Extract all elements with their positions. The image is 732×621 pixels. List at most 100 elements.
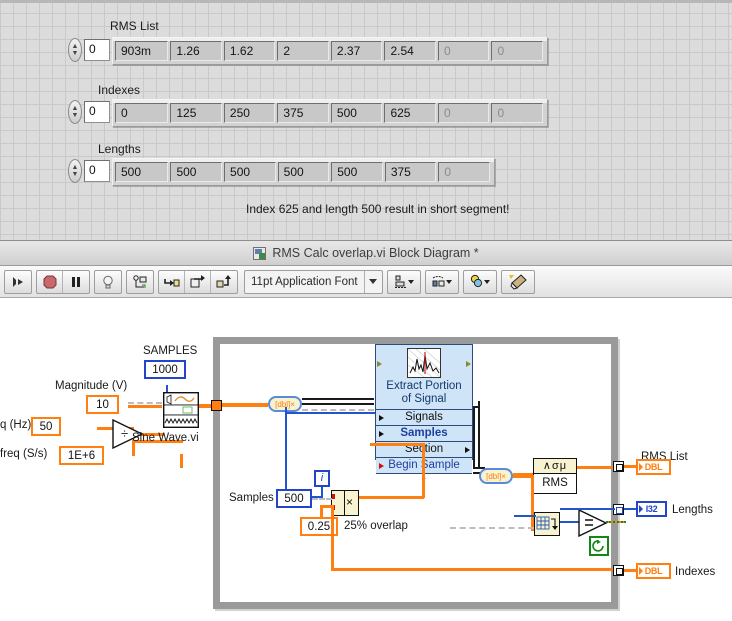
lengths-cell-3[interactable]: 500 (277, 162, 330, 182)
lengths-indicator[interactable]: I32 (636, 501, 667, 517)
step-into-button[interactable] (159, 270, 185, 293)
lengths-cell-1[interactable]: 500 (170, 162, 223, 182)
lengths-cell-4[interactable]: 500 (331, 162, 383, 182)
indexes-cell-0[interactable]: 0 (115, 103, 169, 123)
magnitude-constant[interactable]: 10 (86, 395, 119, 414)
samples-loop-constant[interactable]: 500 (276, 489, 312, 508)
lengths-indicator-type: I32 (645, 504, 658, 514)
lengths-indicator-label: Lengths (672, 504, 713, 516)
rms-list-cell-4[interactable]: 2.37 (330, 41, 383, 61)
indexes-index-value[interactable]: 0 (84, 101, 110, 123)
rms-list-array-shell[interactable]: 903m 1.26 1.62 2 2.37 2.54 0 0 (112, 37, 548, 65)
pause-button[interactable] (63, 271, 89, 293)
rms-list-cell-3[interactable]: 2 (277, 41, 329, 61)
wire-samples-to-express (285, 412, 375, 414)
array-subset-node[interactable] (534, 512, 560, 536)
samples-constant-1000[interactable]: 1000 (144, 360, 186, 379)
lengths-index-value[interactable]: 0 (84, 160, 110, 182)
retain-wire-values-button[interactable] (127, 271, 153, 293)
wire-rms-branch-elbow (513, 475, 534, 478)
font-selector[interactable]: 11pt Application Font (244, 269, 383, 294)
reorder-objects-button[interactable] (464, 271, 496, 293)
wire-tunnel-to-conv (222, 403, 268, 407)
spinner-up-arrow[interactable]: ▲ (72, 164, 79, 171)
window-titlebar[interactable]: RMS Calc overlap.vi Block Diagram * (0, 240, 732, 266)
rms-list-cell-0[interactable]: 903m (115, 41, 169, 61)
rms-list-index-value[interactable]: 0 (84, 39, 110, 61)
reorder-menu[interactable] (462, 269, 497, 294)
spinner-down-arrow[interactable]: ▼ (72, 112, 79, 119)
sine-wave-vi-node[interactable] (163, 392, 199, 428)
equal-node[interactable] (578, 509, 608, 537)
loop-tunnel-indexes-out[interactable] (613, 565, 624, 576)
loop-tunnel-signal-in[interactable] (211, 400, 222, 411)
iteration-terminal[interactable]: i (314, 470, 330, 487)
terminal-arrow-icon (379, 431, 384, 437)
freq-label: q (Hz) (0, 419, 32, 431)
indexes-indicator-type: DBL (644, 566, 663, 576)
broom-icon (508, 273, 527, 290)
indexes-cell-5[interactable]: 625 (384, 103, 436, 123)
indexes-cell-1[interactable]: 125 (170, 103, 222, 123)
abort-pause-group (36, 269, 90, 294)
step-out-button[interactable] (211, 271, 237, 293)
rms-node-glyph: ∧σμ (534, 459, 576, 474)
lengths-cell-5[interactable]: 375 (384, 162, 437, 182)
run-button[interactable] (5, 271, 31, 293)
align-objects-button[interactable] (388, 271, 420, 293)
sample-freq-label: freq (S/s) (0, 448, 48, 460)
freq-constant[interactable]: 50 (31, 417, 61, 436)
loop-condition-terminal[interactable] (589, 536, 609, 556)
express-right-terminal-icon (466, 361, 471, 367)
express-vi-title-line2: of Signal (401, 393, 447, 405)
align-objects-menu[interactable] (386, 269, 421, 294)
indexes-indicator[interactable]: DBL (636, 563, 671, 579)
light-bulb-icon (103, 275, 113, 288)
indexes-cell-2[interactable]: 250 (223, 103, 276, 123)
wire-samplefreq-vert (180, 454, 183, 468)
step-over-button[interactable] (185, 270, 211, 293)
indexes-label: Indexes (98, 83, 141, 97)
multiply-glyph: × (345, 495, 353, 509)
multiply-node[interactable]: × (331, 490, 359, 516)
rms-list-cell-5[interactable]: 2.54 (384, 41, 436, 61)
lengths-cell-2[interactable]: 500 (224, 162, 276, 182)
rms-list-cell-6[interactable]: 0 (437, 41, 490, 61)
abort-button[interactable] (37, 270, 63, 293)
sample-freq-constant[interactable]: 1E+6 (59, 446, 104, 465)
indexes-cell-7[interactable]: 0 (491, 103, 543, 123)
express-row-signals[interactable]: Signals (376, 409, 472, 425)
indexes-cell-3[interactable]: 375 (277, 103, 329, 123)
rms-list-cell-7[interactable]: 0 (491, 41, 543, 61)
rms-list-indicator-type: DBL (644, 462, 663, 472)
distribute-objects-button[interactable] (426, 271, 458, 293)
indexes-array-shell[interactable]: 0 125 250 375 500 625 0 0 (112, 99, 548, 127)
dynamic-to-array-conv-node[interactable]: [dbl]× (479, 468, 513, 484)
rms-list-indicator[interactable]: DBL (636, 459, 671, 475)
indexes-index-spinner[interactable]: ▲ ▼ (68, 100, 82, 124)
clean-up-diagram-button[interactable] (502, 271, 534, 293)
rms-list-index-spinner[interactable]: ▲ ▼ (68, 38, 82, 62)
rms-list-cell-1[interactable]: 1.26 (170, 41, 222, 61)
font-selector-dropdown[interactable] (363, 270, 382, 293)
spinner-down-arrow[interactable]: ▼ (72, 171, 79, 178)
loop-tunnel-rms-out[interactable] (613, 461, 624, 472)
lengths-array-shell[interactable]: 500 500 500 500 500 375 0 (112, 158, 495, 186)
highlight-execution-button[interactable] (95, 271, 121, 293)
indexes-cell-6[interactable]: 0 (437, 103, 490, 123)
lengths-cell-0[interactable]: 500 (115, 162, 169, 182)
distribute-objects-menu[interactable] (424, 269, 459, 294)
terminal-arrow-required-icon (379, 463, 384, 469)
rms-node[interactable]: ∧σμ RMS (533, 458, 577, 494)
spinner-down-arrow[interactable]: ▼ (72, 50, 79, 57)
lengths-cell-6[interactable]: 0 (438, 162, 491, 182)
spinner-up-arrow[interactable]: ▲ (72, 43, 79, 50)
spinner-up-arrow[interactable]: ▲ (72, 105, 79, 112)
rms-list-cell-2[interactable]: 1.62 (223, 41, 276, 61)
lengths-index-spinner[interactable]: ▲ ▼ (68, 159, 82, 183)
express-row-samples[interactable]: Samples (376, 425, 472, 441)
wire-signal-bundle-top (302, 398, 374, 400)
pause-bars-icon (72, 276, 80, 287)
indexes-cell-4[interactable]: 500 (330, 103, 383, 123)
block-diagram-canvas[interactable]: SAMPLES 1000 Magnitude (V) 10 q (Hz) 50 … (0, 299, 732, 621)
